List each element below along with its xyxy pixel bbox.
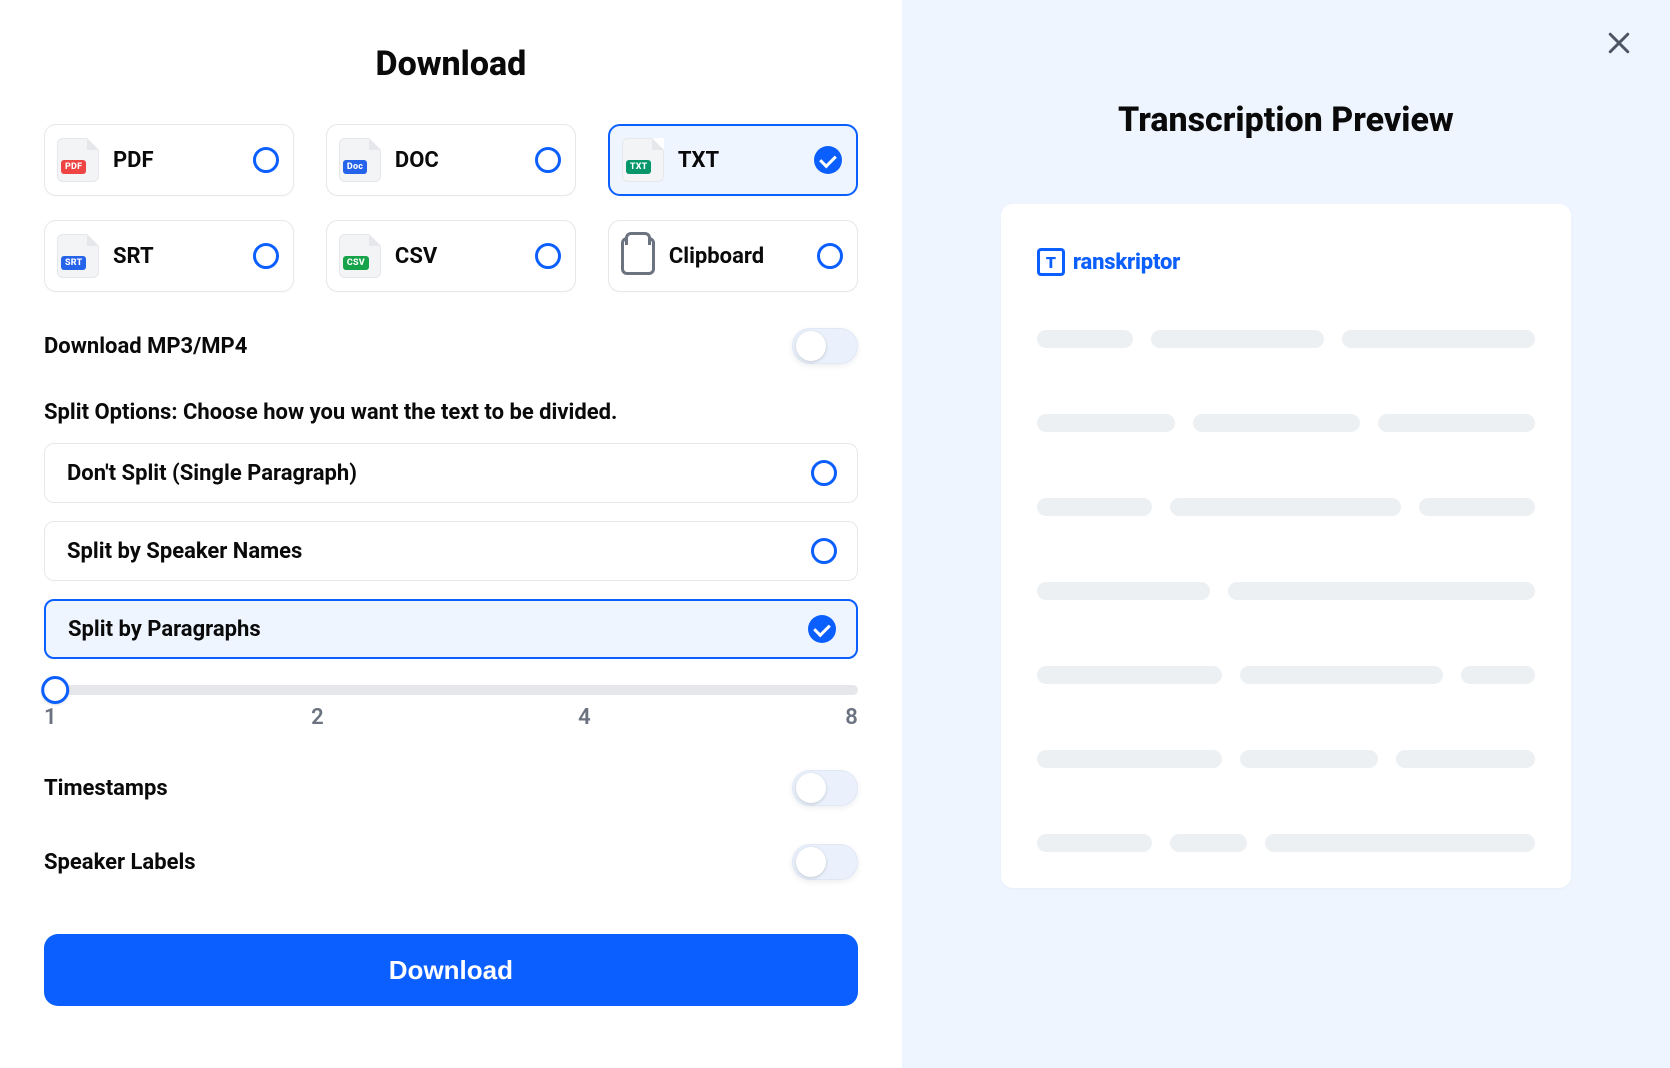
- slider-tick: 1: [44, 705, 57, 730]
- format-label: TXT: [678, 148, 800, 173]
- preview-panel: Transcription Preview T ranskriptor: [902, 0, 1670, 1068]
- format-grid: PDF PDF Doc DOC TXT TXT SRT SRT CSV CSV Clipboard: [44, 124, 858, 292]
- file-icon: PDF: [57, 138, 99, 182]
- split-section-label: Split Options: Choose how you want the t…: [44, 400, 858, 425]
- split-option-label: Split by Speaker Names: [67, 539, 302, 564]
- preview-card: T ranskriptor: [1001, 204, 1571, 888]
- file-icon: SRT: [57, 234, 99, 278]
- format-option-txt[interactable]: TXT TXT: [608, 124, 858, 196]
- file-icon: TXT: [622, 138, 664, 182]
- format-label: Clipboard: [669, 244, 803, 269]
- speaker-labels-label: Speaker Labels: [44, 850, 196, 875]
- download-panel: Download PDFPDFDocDOCTXTTXTSRTSRTCSVCSVC…: [0, 0, 902, 1068]
- download-media-label: Download MP3/MP4: [44, 334, 247, 359]
- preview-title: Transcription Preview: [1118, 100, 1454, 140]
- file-icon: Doc: [339, 138, 381, 182]
- slider-tick: 8: [845, 705, 858, 730]
- check-icon: [808, 615, 836, 643]
- preview-skeleton: [1037, 330, 1535, 852]
- timestamps-label: Timestamps: [44, 776, 168, 801]
- radio-unchecked-icon: [811, 460, 837, 486]
- brand-logo: T ranskriptor: [1037, 248, 1535, 276]
- format-option-srt[interactable]: SRT SRT: [44, 220, 294, 292]
- check-icon: [814, 146, 842, 174]
- radio-unchecked-icon: [535, 147, 561, 173]
- split-option-1[interactable]: Split by Speaker Names: [44, 521, 858, 581]
- download-media-row: Download MP3/MP4: [44, 328, 858, 364]
- format-option-pdf[interactable]: PDF PDF: [44, 124, 294, 196]
- split-option-0[interactable]: Don't Split (Single Paragraph): [44, 443, 858, 503]
- split-option-label: Split by Paragraphs: [68, 617, 261, 642]
- timestamps-toggle[interactable]: [792, 770, 858, 806]
- split-option-label: Don't Split (Single Paragraph): [67, 461, 357, 486]
- format-label: CSV: [395, 244, 521, 269]
- radio-unchecked-icon: [253, 147, 279, 173]
- split-options-list: Don't Split (Single Paragraph) Split by S…: [44, 443, 858, 659]
- format-option-clip[interactable]: Clipboard: [608, 220, 858, 292]
- format-label: PDF: [113, 148, 239, 173]
- split-option-2[interactable]: Split by Paragraphs: [44, 599, 858, 659]
- file-icon: CSV: [339, 234, 381, 278]
- download-media-toggle[interactable]: [792, 328, 858, 364]
- format-option-doc[interactable]: Doc DOC: [326, 124, 576, 196]
- slider-tick: 2: [311, 705, 324, 730]
- close-icon: [1604, 28, 1634, 58]
- brand-wordmark: ranskriptor: [1073, 250, 1180, 275]
- format-label: SRT: [113, 244, 239, 269]
- radio-unchecked-icon: [817, 243, 843, 269]
- format-option-csv[interactable]: CSV CSV: [326, 220, 576, 292]
- paragraph-count-slider: 1 2 4 8: [44, 685, 858, 730]
- radio-unchecked-icon: [253, 243, 279, 269]
- extra-options: Timestamps Speaker Labels: [44, 770, 858, 894]
- brand-mark-icon: T: [1037, 248, 1065, 276]
- slider-track[interactable]: [44, 685, 858, 695]
- download-title: Download: [44, 44, 858, 84]
- slider-tick: 4: [578, 705, 591, 730]
- slider-thumb[interactable]: [41, 676, 69, 704]
- radio-unchecked-icon: [811, 538, 837, 564]
- download-button[interactable]: Download: [44, 934, 858, 1006]
- slider-tick-labels: 1 2 4 8: [44, 705, 858, 730]
- close-button[interactable]: [1604, 28, 1634, 62]
- radio-unchecked-icon: [535, 243, 561, 269]
- format-label: DOC: [395, 148, 521, 173]
- speaker-labels-toggle[interactable]: [792, 844, 858, 880]
- timestamps-row: Timestamps: [44, 770, 858, 806]
- clipboard-icon: [621, 237, 655, 275]
- speaker-labels-row: Speaker Labels: [44, 844, 858, 880]
